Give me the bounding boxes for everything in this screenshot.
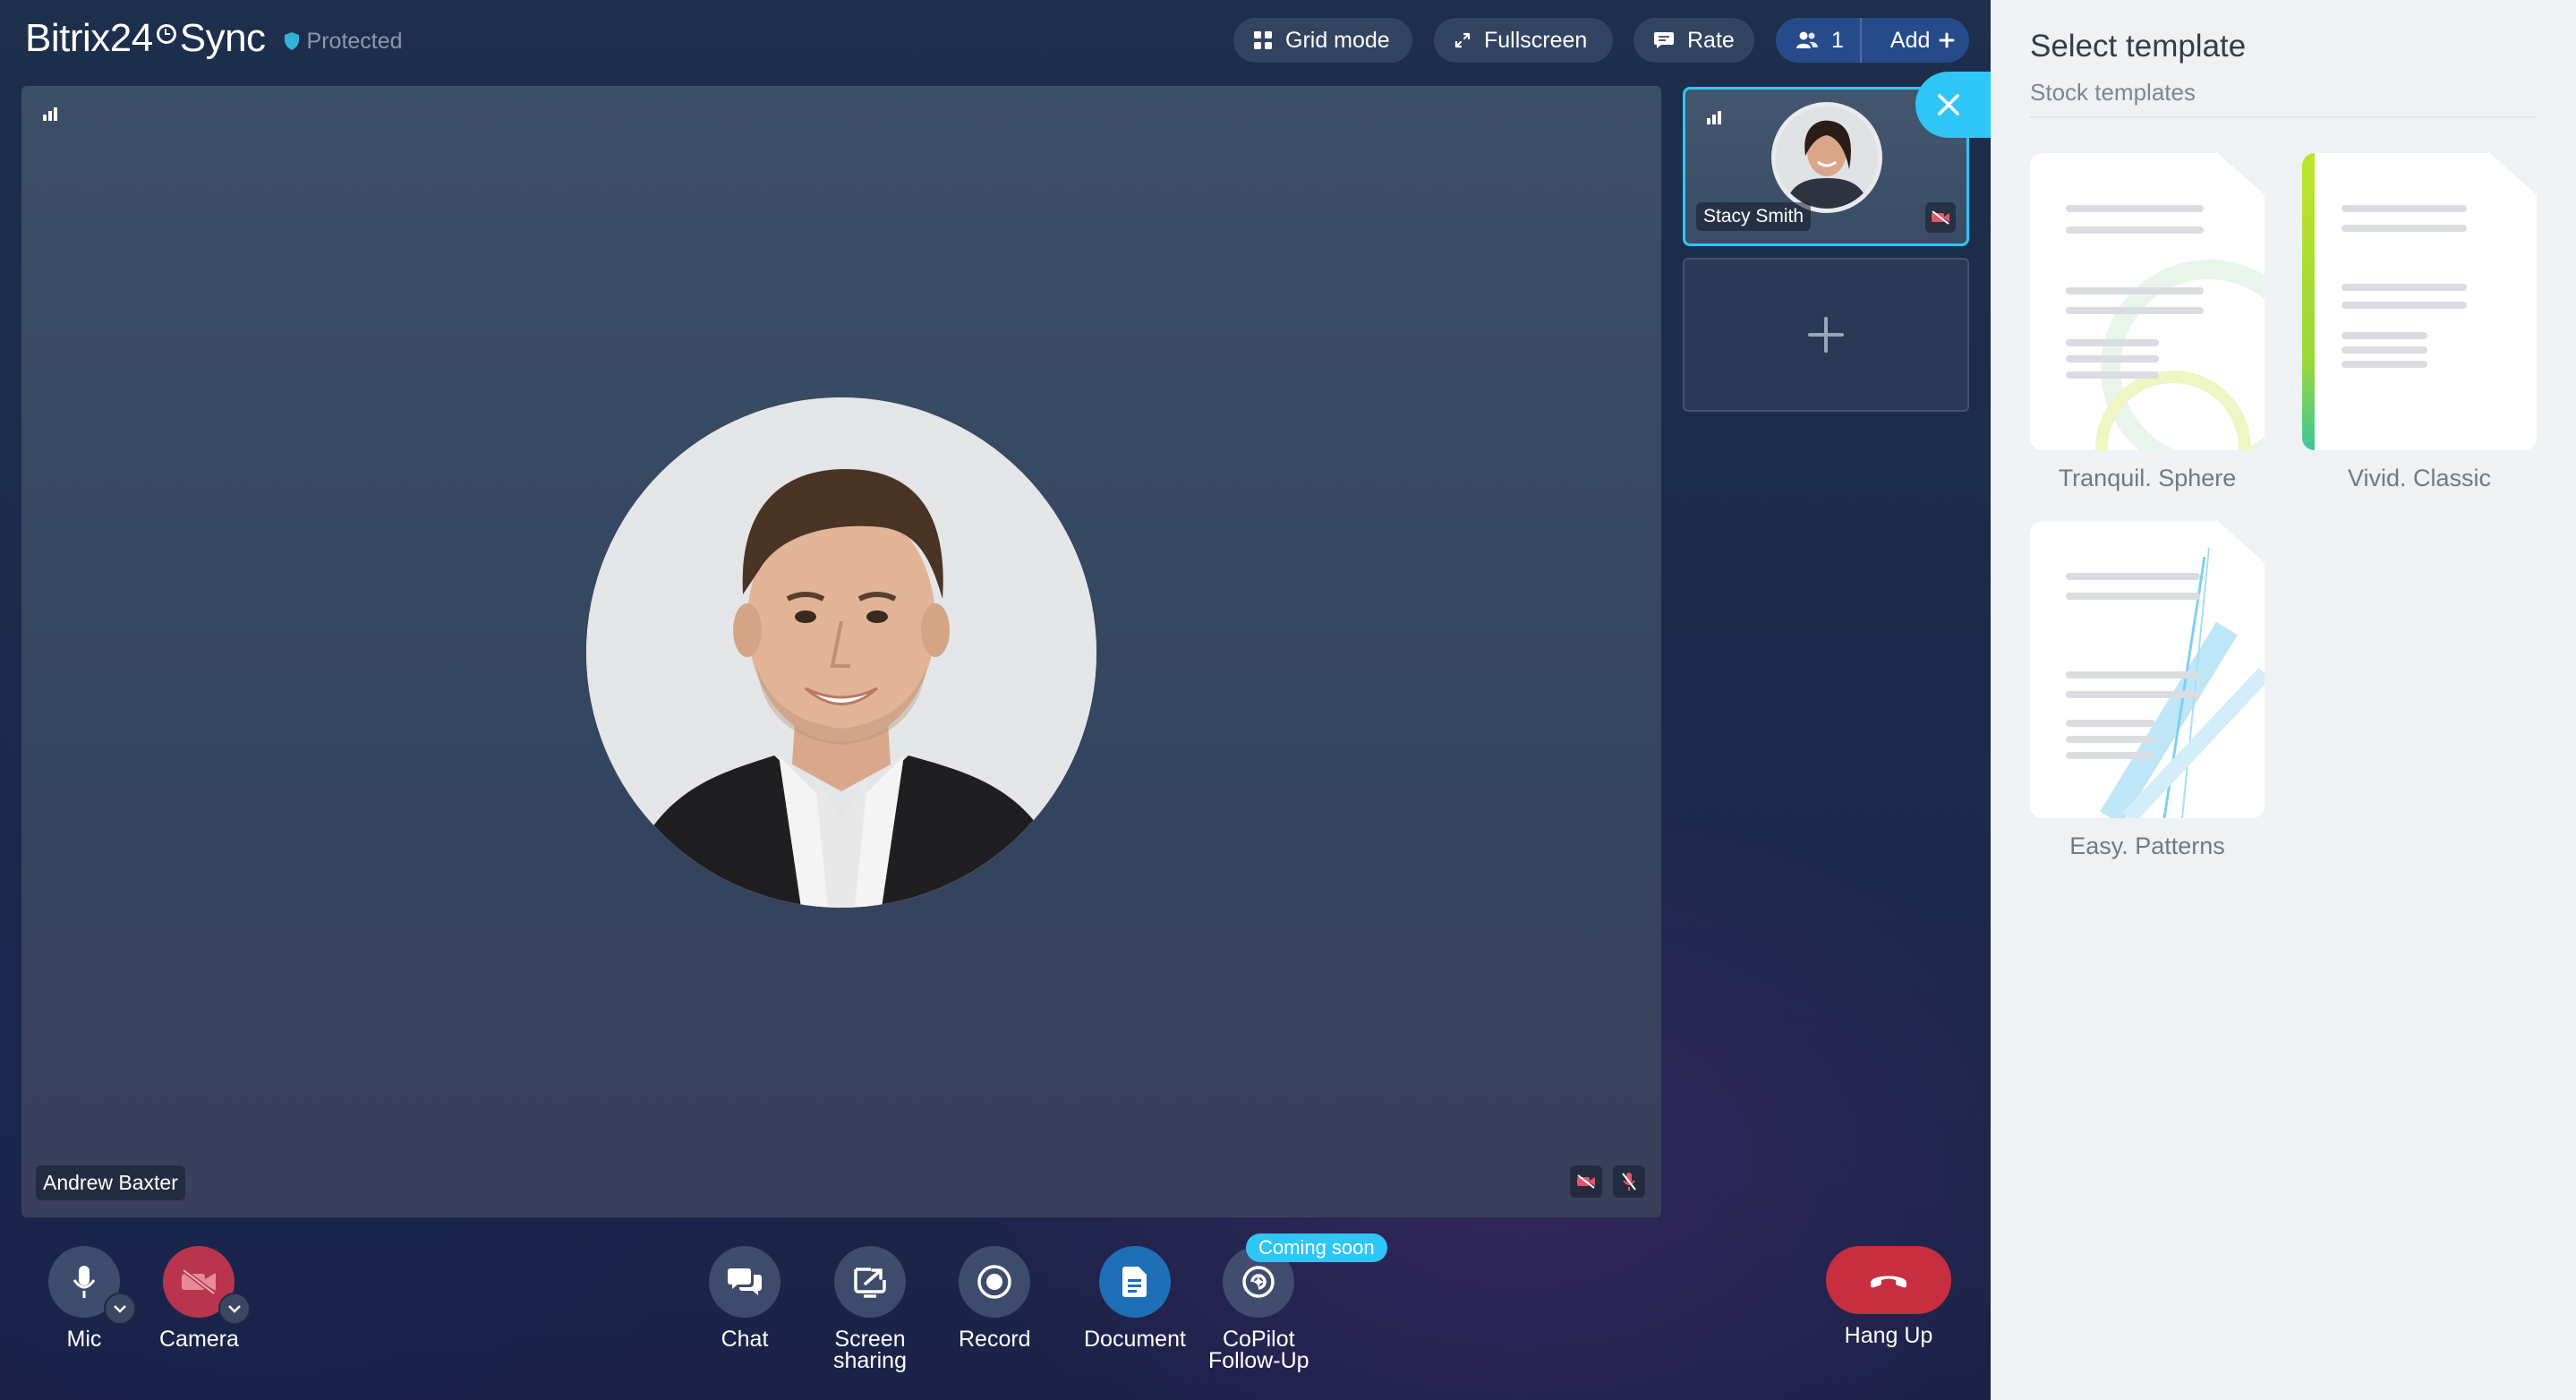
document-button[interactable] (1098, 1246, 1171, 1318)
comment-icon (1654, 32, 1674, 48)
chat-button[interactable] (709, 1246, 780, 1318)
chevron-down-icon (114, 1305, 126, 1313)
hang-up-label: Hang Up (1844, 1323, 1933, 1348)
mic-button[interactable] (48, 1246, 136, 1325)
panel-title: Select template (2030, 29, 2247, 64)
record-label: Record (959, 1327, 1031, 1352)
camera-off-icon (1570, 1165, 1602, 1198)
add-label: Add (1889, 27, 1931, 53)
call-area: Bitrix24 Sync Protected Grid mode Fullsc… (0, 0, 1991, 1400)
signal-strength-icon (43, 107, 57, 121)
camera-button[interactable] (163, 1246, 252, 1325)
mic-off-icon (1613, 1165, 1645, 1198)
close-panel-button[interactable] (1915, 72, 1991, 138)
participants-count: 1 (1831, 27, 1844, 53)
microphone-icon (73, 1266, 96, 1298)
mic-label: Mic (66, 1327, 102, 1352)
add-participant-tile[interactable] (1683, 258, 1969, 412)
signal-strength-icon (1707, 111, 1721, 124)
close-icon (1938, 94, 1959, 115)
copilot-follow-up-label: CoPilot Follow-Up (1208, 1327, 1309, 1373)
plus-icon (1808, 317, 1844, 353)
template-preview (2030, 521, 2265, 818)
camera-control[interactable]: Camera (159, 1246, 252, 1352)
hang-up-button[interactable] (1826, 1246, 1951, 1314)
template-card-vivid-classic[interactable]: Vivid. Classic (2302, 153, 2537, 492)
shield-icon (284, 32, 299, 50)
record-button[interactable] (959, 1246, 1031, 1318)
app-logo: Bitrix24 Sync Protected (25, 14, 403, 63)
grid-mode-label: Grid mode (1285, 27, 1390, 53)
template-name: Tranquil. Sphere (2058, 465, 2237, 491)
camera-off-icon (182, 1268, 217, 1295)
avatar (1771, 102, 1882, 213)
camera-off-icon (1925, 202, 1956, 233)
camera-options-button[interactable] (218, 1293, 252, 1325)
participants-button[interactable]: 1 (1776, 18, 1862, 63)
hang-up-control[interactable]: Hang Up (1826, 1246, 1951, 1348)
chat-icon (728, 1268, 762, 1295)
template-card-tranquil-sphere[interactable]: Tranquil. Sphere (2030, 153, 2265, 492)
mic-control[interactable]: Mic (48, 1246, 136, 1352)
copilot-follow-up-control[interactable]: CoPilot Follow-Up (1208, 1246, 1309, 1373)
camera-label: Camera (159, 1327, 239, 1352)
plus-icon (1939, 32, 1955, 48)
document-label: Document (1084, 1327, 1186, 1352)
expand-icon (1454, 32, 1471, 48)
participants-control: 1 Add (1776, 18, 1969, 63)
coming-soon-badge: Coming soon (1246, 1234, 1387, 1262)
record-icon (977, 1265, 1012, 1299)
rate-button[interactable]: Rate (1633, 18, 1754, 63)
grid-icon (1254, 31, 1272, 49)
chat-label: Chat (721, 1327, 769, 1352)
chat-control[interactable]: Chat (709, 1246, 780, 1352)
copilot-icon (1242, 1266, 1275, 1298)
brand-product: Sync (179, 16, 266, 60)
add-participant-button[interactable]: Add (1874, 18, 1971, 63)
document-control[interactable]: Document (1084, 1246, 1186, 1352)
participant-name: Andrew Baxter (36, 1165, 185, 1200)
divider (2030, 116, 2537, 118)
clock-icon (156, 24, 176, 44)
rate-label: Rate (1687, 27, 1735, 53)
template-name: Vivid. Classic (2347, 465, 2492, 491)
panel-subtitle: Stock templates (2030, 79, 2196, 106)
protected-status: Protected (284, 29, 403, 55)
screen-sharing-label: Screen sharing (833, 1327, 907, 1373)
screen-sharing-button[interactable] (834, 1246, 906, 1318)
record-control[interactable]: Record (959, 1246, 1031, 1352)
document-icon (1122, 1267, 1147, 1297)
grid-mode-button[interactable]: Grid mode (1233, 18, 1412, 63)
avatar (586, 397, 1096, 908)
users-icon (1796, 31, 1818, 48)
screen-sharing-control[interactable]: Screen sharing (833, 1246, 907, 1373)
template-preview (2030, 153, 2265, 450)
main-video-tile[interactable]: Andrew Baxter (21, 86, 1661, 1217)
mic-options-button[interactable] (104, 1293, 136, 1325)
template-preview (2302, 153, 2537, 450)
brand-name: Bitrix24 (25, 16, 153, 60)
template-name: Easy. Patterns (2069, 832, 2225, 859)
protected-label: Protected (306, 28, 403, 54)
chevron-down-icon (228, 1305, 242, 1313)
screen-share-icon (854, 1268, 886, 1298)
phone-hang-up-icon (1871, 1276, 1906, 1288)
fullscreen-label: Fullscreen (1484, 27, 1588, 53)
participant-name: Stacy Smith (1696, 202, 1812, 231)
template-card-easy-patterns[interactable]: Easy. Patterns (2030, 521, 2265, 860)
fullscreen-button[interactable]: Fullscreen (1434, 18, 1613, 63)
